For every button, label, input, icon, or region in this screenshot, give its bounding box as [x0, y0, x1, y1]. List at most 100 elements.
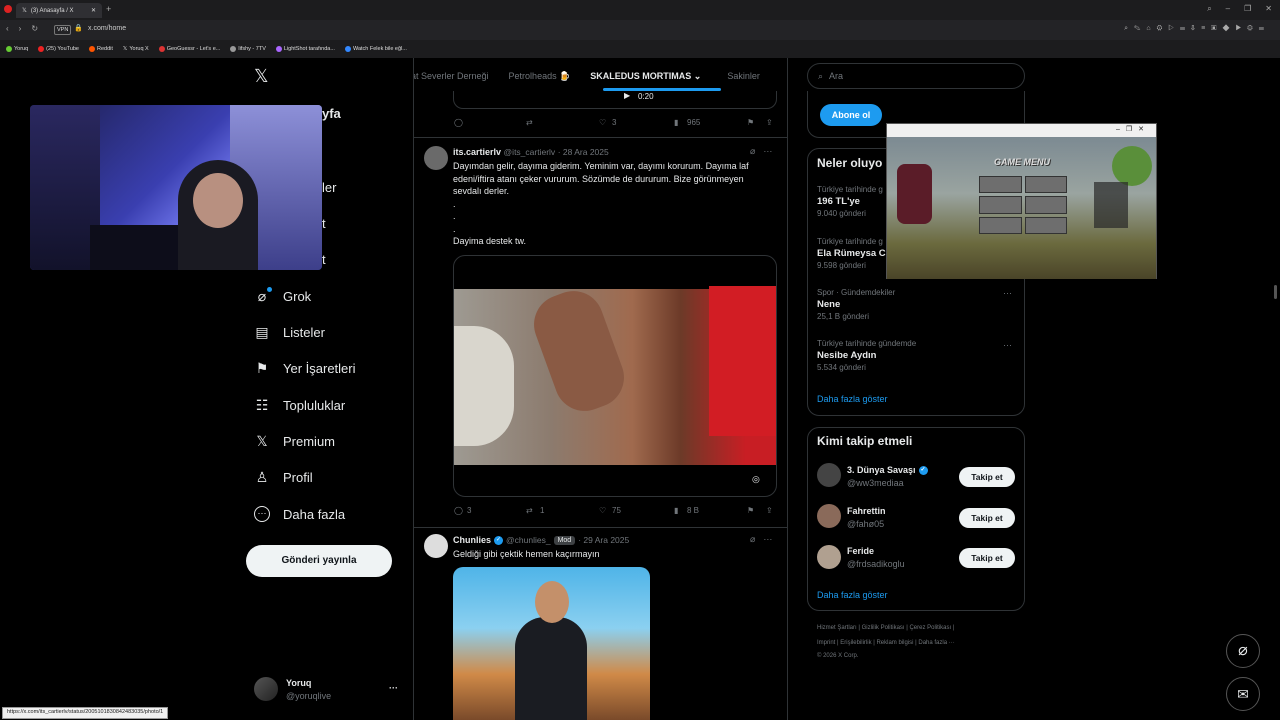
x-logo-icon[interactable]: 𝕏	[254, 66, 269, 87]
bookmark-item[interactable]: Reddit	[89, 43, 113, 55]
nav-label-partial[interactable]: t	[322, 216, 326, 231]
game-menu-button[interactable]	[979, 196, 1022, 214]
account-handle[interactable]: @yoruqlive	[286, 691, 331, 701]
trend-more-icon[interactable]: ···	[1003, 340, 1012, 350]
tab-skaledus[interactable]: SKALEDUS MORTIMAS ⌄	[590, 71, 701, 82]
follow-button[interactable]: Takip et	[959, 508, 1015, 528]
more-icon[interactable]: ···	[763, 146, 772, 157]
nav-item-lists[interactable]: ▤ Listeler	[254, 324, 325, 340]
tweet-video[interactable]: ◎	[453, 255, 777, 497]
game-menu-button[interactable]	[1024, 176, 1067, 194]
close-window-icon[interactable]: ✕	[1265, 4, 1272, 14]
nav-item-profile[interactable]: ♙ Profil	[254, 469, 313, 485]
grok-icon[interactable]: ⌀	[750, 534, 755, 545]
bookmark-item[interactable]: Yoruq	[6, 43, 28, 55]
trend-item[interactable]: Spor · Gündemdekiler Nene 25,1 B gönderi	[817, 288, 895, 321]
game-menu-button[interactable]	[1024, 216, 1067, 234]
grok-icon[interactable]: ⌀	[750, 146, 755, 157]
url-field[interactable]: x.com/home	[88, 25, 126, 32]
maximize-icon[interactable]: ❐	[1244, 4, 1251, 14]
video-bottom[interactable]: ▶ 0:20	[453, 91, 777, 109]
game-menu-button[interactable]	[979, 216, 1022, 234]
close-tab-icon[interactable]: ✕	[91, 7, 96, 14]
game-settings-panel[interactable]	[1094, 182, 1128, 228]
follow-handle[interactable]: @fahø05	[847, 519, 884, 529]
footer-links[interactable]: Imprint | Erişilebilirlik | Reklam bilgi…	[817, 640, 955, 646]
browser-tab[interactable]: 𝕏 (3) Anasayfa / X ✕	[16, 3, 102, 18]
tweet-date[interactable]: · 28 Ara 2025	[558, 147, 609, 157]
game-menu-button[interactable]	[979, 176, 1022, 194]
nav-label-partial[interactable]: ler	[322, 180, 336, 195]
scrollbar-thumb[interactable]	[1274, 285, 1277, 299]
search-input[interactable]: ⌕ Ara	[807, 63, 1025, 89]
bookmark-item[interactable]: LightShot tarafında...	[275, 43, 335, 55]
author-handle[interactable]: @its_cartierlv	[504, 147, 556, 157]
new-tab-icon[interactable]: +	[106, 4, 111, 14]
tab-petrolheads[interactable]: Petrolheads 🍺	[509, 71, 571, 82]
play-icon[interactable]: ▶	[624, 91, 630, 100]
back-icon[interactable]: ‹	[6, 24, 9, 33]
retweet-icon[interactable]: ⇄	[526, 506, 533, 515]
avatar[interactable]	[817, 545, 841, 569]
author-handle[interactable]: @chunlies_	[506, 535, 551, 545]
follow-name[interactable]: Feride	[847, 546, 874, 556]
account-more-icon[interactable]: ···	[389, 683, 398, 693]
tab-sakinler[interactable]: Sakinler	[727, 71, 760, 81]
nav-item-communities[interactable]: ☷ Topluluklar	[254, 397, 345, 413]
post-button[interactable]: Gönderi yayınla	[246, 545, 392, 577]
tab-derneği[interactable]: at Severler Derneği	[414, 71, 489, 81]
grok-analyze-icon[interactable]: ◎	[752, 474, 760, 485]
follow-show-more[interactable]: Daha fazla göster	[817, 590, 888, 600]
follow-button[interactable]: Takip et	[959, 467, 1015, 487]
retweet-icon[interactable]: ⇄	[526, 118, 533, 127]
views-icon[interactable]: ▮	[674, 118, 678, 127]
trend-item[interactable]: Türkiye tarihinde g 196 TL'ye 9.040 gönd…	[817, 185, 883, 218]
nav-item-more[interactable]: ⋯ Daha fazla	[254, 506, 345, 522]
follow-button[interactable]: Takip et	[959, 548, 1015, 568]
trends-show-more[interactable]: Daha fazla göster	[817, 394, 888, 404]
toolbar-icons[interactable]: ⌕✎⌂⚙▷☰⇩≡▣◆▶⚙☰	[1124, 25, 1270, 33]
nav-item-premium[interactable]: 𝕏 Premium	[254, 433, 335, 449]
follow-name[interactable]: 3. Dünya Savaşı ✓	[847, 465, 928, 475]
bookmark-item[interactable]: (25) YouTube	[38, 43, 79, 55]
more-icon[interactable]: ···	[763, 534, 772, 545]
window-controls[interactable]: ⌕ – ❐ ✕	[1207, 4, 1272, 14]
bookmark-item[interactable]: lifshy - 7TV	[230, 43, 266, 55]
bookmark-item[interactable]: 𝕏 Yoruq X	[123, 43, 149, 55]
avatar[interactable]	[817, 463, 841, 487]
author-name[interactable]: Chunlies	[453, 535, 491, 545]
vpn-badge[interactable]: VPN	[54, 25, 72, 35]
tweet-image[interactable]	[453, 567, 650, 720]
avatar[interactable]	[817, 504, 841, 528]
game-menu-button[interactable]	[1024, 196, 1067, 214]
footer-links[interactable]: Hizmet Şartları | Gizlilik Politikası | …	[817, 625, 954, 631]
home-label-partial[interactable]: yfa	[322, 106, 341, 121]
bookmark-icon[interactable]: ⚑	[747, 118, 754, 127]
reply-icon[interactable]: ◯	[454, 118, 463, 127]
reply-icon[interactable]: ◯	[454, 506, 463, 515]
views-icon[interactable]: ▮	[674, 506, 678, 515]
avatar[interactable]	[254, 677, 278, 701]
author-name[interactable]: its.cartierlv	[453, 147, 501, 157]
bookmark-icon[interactable]: ⚑	[747, 506, 754, 515]
follow-handle[interactable]: @frdsadikoglu	[847, 559, 905, 569]
forward-icon[interactable]: ›	[19, 24, 22, 33]
nav-label-partial[interactable]: t	[322, 252, 326, 267]
avatar[interactable]	[424, 534, 448, 558]
bookmark-item[interactable]: Watch Felek bile eğl...	[344, 43, 407, 55]
messages-icon[interactable]: ✉	[1226, 677, 1260, 711]
like-icon[interactable]: ♡	[599, 506, 606, 515]
game-window-controls[interactable]: –❐✕	[1116, 125, 1150, 133]
follow-handle[interactable]: @ww3mediaa	[847, 478, 904, 488]
reload-icon[interactable]: ↻	[31, 24, 38, 33]
minimize-icon[interactable]: –	[1226, 4, 1230, 14]
trend-item[interactable]: Türkiye tarihinde g Ela Rümeysa Ce 9.598…	[817, 237, 891, 270]
trend-more-icon[interactable]: ···	[1003, 288, 1012, 298]
grok-floating-icon[interactable]: ⌀	[1226, 634, 1260, 668]
follow-name[interactable]: Fahrettin	[847, 506, 886, 516]
account-name[interactable]: Yoruq	[286, 678, 311, 688]
bookmark-item[interactable]: GeoGuessr - Let's e...	[158, 43, 220, 55]
nav-item-grok[interactable]: ⌀ Grok	[254, 288, 311, 304]
trend-item[interactable]: Türkiye tarihinde gündemde Nesibe Aydın …	[817, 339, 916, 372]
share-icon[interactable]: ⇪	[766, 118, 773, 127]
